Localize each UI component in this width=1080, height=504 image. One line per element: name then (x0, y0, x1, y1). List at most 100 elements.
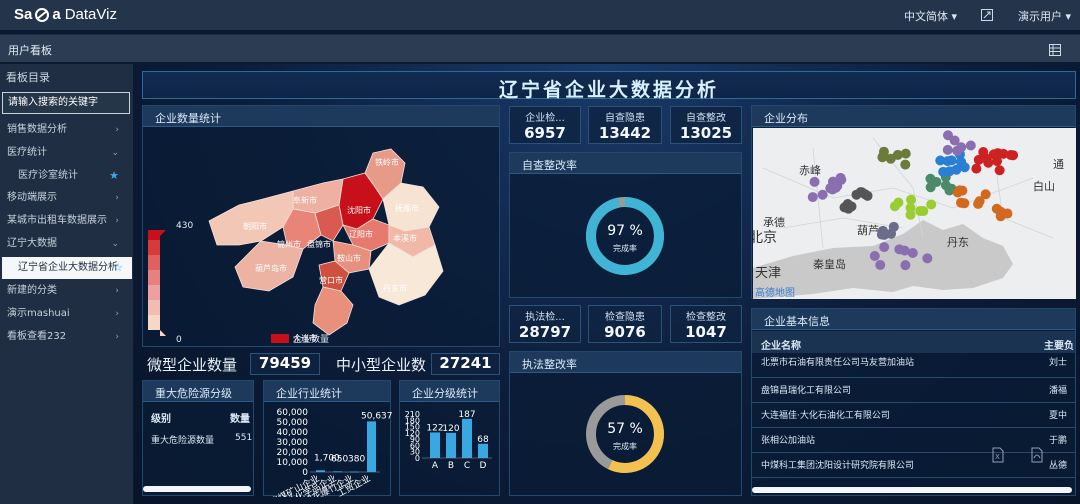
enterprise-point[interactable] (925, 182, 936, 193)
class-bar[interactable] (478, 443, 488, 458)
sidebar-item-sales[interactable]: 销售数据分析 › (7, 121, 129, 139)
enterprise-point[interactable] (940, 180, 951, 191)
column-header-level: 级别 (151, 414, 171, 425)
class-bar[interactable] (462, 418, 472, 458)
app-logo[interactable]: Sa a DataViz (14, 6, 117, 23)
enterprise-point[interactable] (905, 209, 916, 220)
class-bar-chart[interactable]: 2101801501209060300122A120B187C68D (400, 402, 501, 497)
star-icon[interactable]: ★ (109, 167, 119, 185)
enterprise-point[interactable] (992, 156, 1003, 167)
enterprise-point[interactable] (996, 206, 1007, 217)
sidebar-item-board232[interactable]: 看板查看232 › (7, 328, 129, 346)
scatter-map[interactable]: 赤峰 承德 北京 天津 秦皇岛 葫芦 丹东 白山 通 高德地图 (753, 128, 1076, 299)
region-dalian[interactable] (312, 286, 354, 336)
enterprise-point[interactable] (942, 144, 953, 155)
sidebar-item-mobile[interactable]: 移动端展示 › (7, 189, 129, 207)
enterprise-point[interactable] (869, 251, 880, 262)
table-row[interactable]: 北票市石油有限责任公司马友营加油站 刘士 (752, 353, 1075, 378)
sidebar-item-medical[interactable]: 医疗统计 ⌄ (7, 144, 129, 162)
y-tick-label: 50,000 (277, 418, 309, 428)
enterprise-point[interactable] (807, 192, 818, 203)
enterprise-point[interactable] (900, 159, 911, 170)
enterprise-point[interactable] (889, 201, 900, 212)
legend-swatch (148, 230, 160, 240)
sidebar-item-liaoning-analysis[interactable]: 辽宁省企业大数据分析 ☆ (18, 259, 129, 277)
enterprise-point[interactable] (830, 182, 841, 193)
enterprise-point[interactable] (973, 198, 984, 209)
enterprise-point[interactable] (846, 201, 857, 212)
table-row[interactable]: 中煤科工集团沈阳设计研究院有限公司 丛德 (752, 453, 1075, 478)
sme-value: 27241 (431, 353, 500, 375)
table-row[interactable]: 大连福佳·大化石油化工有限公司 夏中 (752, 403, 1075, 428)
sidebar-item-liaoning[interactable]: 辽宁大数据 ⌄ (7, 235, 129, 253)
kpi-label: 检查整改 (686, 312, 726, 323)
law-rate-gauge[interactable]: 57 % 完成率 (510, 373, 743, 497)
table-row[interactable]: 盘锦昌瑞化工有限公司 潘福 (752, 378, 1075, 403)
industry-bar-chart[interactable]: 60,00050,00040,00030,00020,00010,00001,7… (264, 402, 392, 497)
table-row[interactable]: 张相公加油站 于鹏 (752, 428, 1075, 453)
pdf-export-icon[interactable] (1031, 447, 1043, 463)
enterprise-point[interactable] (978, 147, 989, 158)
place-label: 北京 (753, 230, 777, 246)
industry-bar[interactable] (316, 470, 325, 472)
user-menu[interactable]: 演示用户 ▾ (1018, 8, 1071, 24)
enterprise-point[interactable] (926, 199, 937, 210)
svg-text:X: X (995, 453, 1000, 461)
cell-name: 盘锦昌瑞化工有限公司 (761, 386, 852, 396)
enterprise-point[interactable] (956, 157, 967, 168)
enterprise-point[interactable] (817, 189, 828, 200)
sidebar-item-taxi[interactable]: 某城市出租车数据展示 › (7, 212, 129, 230)
enterprise-point[interactable] (959, 198, 970, 209)
enterprise-point[interactable] (907, 247, 918, 258)
class-bar[interactable] (430, 432, 440, 458)
enterprise-point[interactable] (879, 229, 890, 240)
cell-person: 潘福 (1049, 386, 1068, 396)
industry-bar[interactable] (350, 471, 359, 473)
legend-handle-bottom[interactable] (160, 330, 166, 336)
series-legend-swatch[interactable] (271, 334, 289, 343)
class-bar[interactable] (446, 432, 456, 458)
enterprise-point[interactable] (922, 253, 933, 264)
enterprise-point[interactable] (879, 242, 890, 253)
enterprise-point[interactable] (952, 145, 963, 156)
industry-bar[interactable] (333, 471, 342, 473)
enterprise-point[interactable] (809, 176, 820, 187)
industry-bar[interactable] (367, 421, 376, 472)
horizontal-scrollbar[interactable] (143, 486, 251, 492)
sidebar-item-new-category[interactable]: 新建的分类 › (7, 282, 129, 300)
legend-swatch (148, 270, 160, 285)
enterprise-point[interactable] (938, 166, 949, 177)
enterprise-point[interactable] (954, 185, 965, 196)
enterprise-point[interactable] (915, 205, 926, 216)
hazard-source-panel: 重大危险源分级 级别 数量 重大危险源数量 551 (142, 380, 254, 496)
enterprise-point[interactable] (862, 190, 873, 201)
kpi-law-fixed: 检查整改 1047 (670, 305, 742, 343)
sidebar-item-clinic[interactable]: 医疗诊室统计 ★ (18, 167, 129, 185)
enterprise-point[interactable] (875, 259, 886, 270)
enterprise-point[interactable] (877, 152, 888, 163)
enterprise-point[interactable] (994, 165, 1005, 176)
horizontal-scrollbar[interactable] (752, 487, 1072, 493)
region-chaoyang[interactable] (208, 190, 294, 246)
chevron-right-icon: › (115, 193, 119, 203)
excel-export-icon[interactable]: X (992, 447, 1004, 463)
star-outline-icon[interactable]: ☆ (113, 259, 123, 277)
enterprise-point[interactable] (971, 163, 982, 174)
enterprise-info-panel: 企业基本信息 企业名称 主要负 北票市石油有限责任公司马友营加油站 刘士 盘锦昌… (751, 308, 1076, 496)
logo-text-c: DataViz (64, 6, 117, 23)
legend-handle-top[interactable] (160, 230, 166, 236)
search-input[interactable]: 请输入搜索的关键字 (2, 92, 130, 114)
enterprise-point[interactable] (935, 155, 946, 166)
enterprise-point[interactable] (892, 149, 903, 160)
fullscreen-icon[interactable] (980, 7, 994, 21)
enterprise-point[interactable] (942, 130, 953, 141)
sidebar-item-demo[interactable]: 演示mashuai › (7, 305, 129, 323)
cell-person: 丛德 (1049, 461, 1068, 471)
enterprise-point[interactable] (965, 140, 976, 151)
table-icon[interactable] (1049, 41, 1061, 56)
enterprise-point[interactable] (900, 260, 911, 271)
province-choropleth-map[interactable]: 430 0 铁岭市 抚顺市 沈阳市 阜新市 本溪市 辽阳市 鞍山市 朝阳市 锦州… (143, 127, 501, 347)
language-dropdown[interactable]: 中文简体 ▾ (904, 8, 957, 24)
self-rate-gauge[interactable]: 97 % 完成率 (510, 174, 743, 299)
gauge-caption: 完成率 (613, 441, 637, 451)
